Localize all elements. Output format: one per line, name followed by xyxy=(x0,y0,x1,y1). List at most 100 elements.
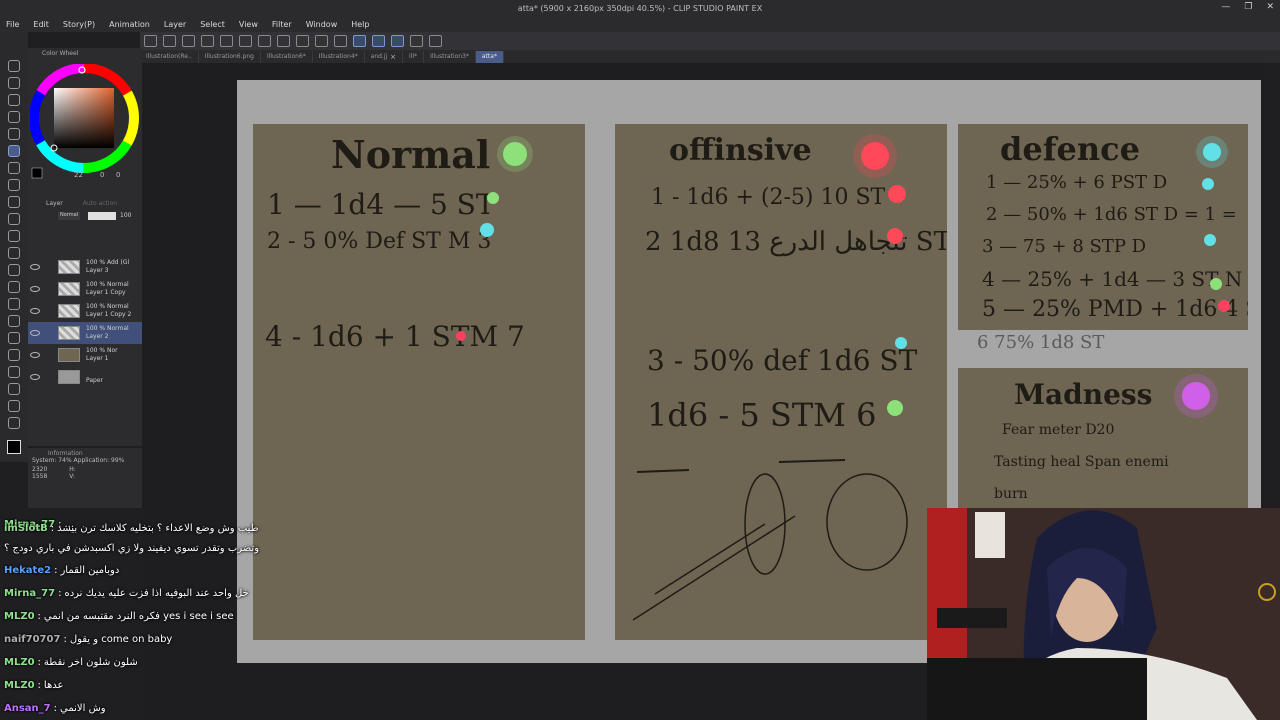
layer-row[interactable]: 100 % Add (Gl Layer 3 xyxy=(28,256,142,278)
crop-icon[interactable] xyxy=(334,35,347,47)
tab-3[interactable]: Illustration4* xyxy=(313,50,365,63)
text-tool-icon[interactable] xyxy=(8,383,20,395)
tab-5[interactable]: ill* xyxy=(403,50,425,63)
rotate-tool-icon[interactable] xyxy=(8,94,20,106)
lasso-tool-icon[interactable] xyxy=(8,162,20,174)
color-wheel[interactable]: 22 0 0 xyxy=(30,64,140,184)
layer-row[interactable]: 100 % Normal Layer 1 Copy 2 xyxy=(28,300,142,322)
card-line: 5 — 25% PMD + 1d6 4 STM xyxy=(982,297,1248,322)
eye-icon[interactable] xyxy=(30,286,40,292)
layer-thumbnail xyxy=(58,370,80,384)
status-glow xyxy=(1174,374,1218,418)
opacity-slider[interactable] xyxy=(88,212,116,220)
layer-row[interactable]: 100 % Nor Layer 1 xyxy=(28,344,142,366)
open-icon[interactable] xyxy=(163,35,176,47)
eye-icon[interactable] xyxy=(30,308,40,314)
hsv-v-value: 0 xyxy=(116,171,120,179)
tab-7[interactable]: atta* xyxy=(475,50,504,63)
status-dot xyxy=(1210,278,1222,290)
save-icon[interactable] xyxy=(182,35,195,47)
tab-auto-action[interactable]: Auto action xyxy=(83,200,117,207)
fill-icon[interactable] xyxy=(258,35,271,47)
menu-window[interactable]: Window xyxy=(306,20,338,29)
fill-tool-icon[interactable] xyxy=(8,298,20,310)
chat-text: شلون شلون اخر نقطة xyxy=(43,656,138,668)
webcam-overlay xyxy=(927,508,1280,720)
blend-mode-select[interactable]: Normal xyxy=(58,212,80,220)
minimize-button[interactable]: — xyxy=(1221,2,1230,12)
eraser-tool-icon[interactable] xyxy=(8,264,20,276)
decoration-tool-icon[interactable] xyxy=(8,247,20,259)
chat-text: عدها xyxy=(43,679,64,691)
balloon-tool-icon[interactable] xyxy=(8,400,20,412)
tab-2[interactable]: Illustration6* xyxy=(261,50,313,63)
menu-layer[interactable]: Layer xyxy=(164,20,186,29)
eye-icon[interactable] xyxy=(30,374,40,380)
undo-icon[interactable] xyxy=(201,35,214,47)
menu-filter[interactable]: Filter xyxy=(272,20,292,29)
pen-tool-icon[interactable] xyxy=(8,145,20,157)
figure-tool-icon[interactable] xyxy=(8,332,20,344)
close-tab-icon[interactable]: × xyxy=(390,53,396,61)
opacity-value[interactable]: 100 xyxy=(120,212,131,219)
menu-select[interactable]: Select xyxy=(200,20,225,29)
tab-6[interactable]: Illustration3* xyxy=(424,50,476,63)
redo-icon[interactable] xyxy=(220,35,233,47)
layer-row-selected[interactable]: 100 % Normal Layer 2 xyxy=(28,322,142,344)
eye-icon[interactable] xyxy=(30,264,40,270)
selection-tool-icon[interactable] xyxy=(8,128,20,140)
airbrush-tool-icon[interactable] xyxy=(8,230,20,242)
layer-row[interactable]: 100 % Normal Layer 1 Copy xyxy=(28,278,142,300)
eyedropper-tool-icon[interactable] xyxy=(8,179,20,191)
deselect-icon[interactable] xyxy=(296,35,309,47)
tab-4[interactable]: and.jj × xyxy=(365,50,404,63)
menu-view[interactable]: View xyxy=(239,20,258,29)
move-tool-icon[interactable] xyxy=(8,111,20,123)
new-icon[interactable] xyxy=(144,35,157,47)
pin-icon[interactable] xyxy=(429,35,442,47)
card-title: offinsive xyxy=(669,133,812,168)
eye-icon[interactable] xyxy=(30,352,40,358)
chat-username: MLZ0 xyxy=(4,679,35,691)
info-x: 2320 xyxy=(32,466,48,473)
invert-icon[interactable] xyxy=(315,35,328,47)
settings-icon[interactable] xyxy=(239,35,252,47)
blend-tool-icon[interactable] xyxy=(8,281,20,293)
hand-tool-icon[interactable] xyxy=(8,77,20,89)
transform-icon[interactable] xyxy=(277,35,290,47)
snap-ruler-icon[interactable] xyxy=(353,35,366,47)
menu-story[interactable]: Story(P) xyxy=(63,20,95,29)
chat-username: Mirna_77 xyxy=(4,587,56,599)
ruler-tool-icon[interactable] xyxy=(8,366,20,378)
close-button[interactable]: ✕ xyxy=(1266,2,1274,12)
chat-username: imSlotB xyxy=(4,522,48,534)
menu-edit[interactable]: Edit xyxy=(33,20,49,29)
tab-0[interactable]: Illustration(Re.. xyxy=(140,50,199,63)
status-glow xyxy=(497,136,533,172)
card-defence: defence 1 — 25% + 6 PST D 2 — 50% + 1d6 … xyxy=(958,124,1248,330)
card-title: Madness xyxy=(1014,378,1152,411)
card-line: 2 — 50% + 1d6 ST D = 1 = xyxy=(986,204,1237,225)
menu-help[interactable]: Help xyxy=(351,20,369,29)
card-line: 2 - 5 0% Def ST M 3 xyxy=(267,229,491,254)
zoom-tool-icon[interactable] xyxy=(8,60,20,72)
main-color-swatch[interactable] xyxy=(7,440,21,454)
snap-grid-icon[interactable] xyxy=(391,35,404,47)
frame-tool-icon[interactable] xyxy=(8,349,20,361)
pencil-tool-icon[interactable] xyxy=(8,196,20,208)
correct-line-tool-icon[interactable] xyxy=(8,417,20,429)
maximize-button[interactable]: ❐ xyxy=(1244,2,1252,12)
layer-row-paper[interactable]: Paper xyxy=(28,366,142,388)
gradient-tool-icon[interactable] xyxy=(8,315,20,327)
menu-file[interactable]: File xyxy=(6,20,19,29)
menu-animation[interactable]: Animation xyxy=(109,20,150,29)
eye-icon[interactable] xyxy=(30,330,40,336)
tab-layer[interactable]: Layer xyxy=(46,200,63,207)
document-icon[interactable] xyxy=(410,35,423,47)
brush-tool-icon[interactable] xyxy=(8,213,20,225)
tab-1[interactable]: Illustration6.png xyxy=(199,50,261,63)
snap-special-ruler-icon[interactable] xyxy=(372,35,385,47)
layer-name: Layer 2 xyxy=(86,333,109,340)
chat-message: وتضرب وتقدر تسوي ديفيند ولا زي اكسبدشن ف… xyxy=(4,540,259,556)
chat-message: Hekate2 : دوبامين القمار xyxy=(4,564,120,576)
